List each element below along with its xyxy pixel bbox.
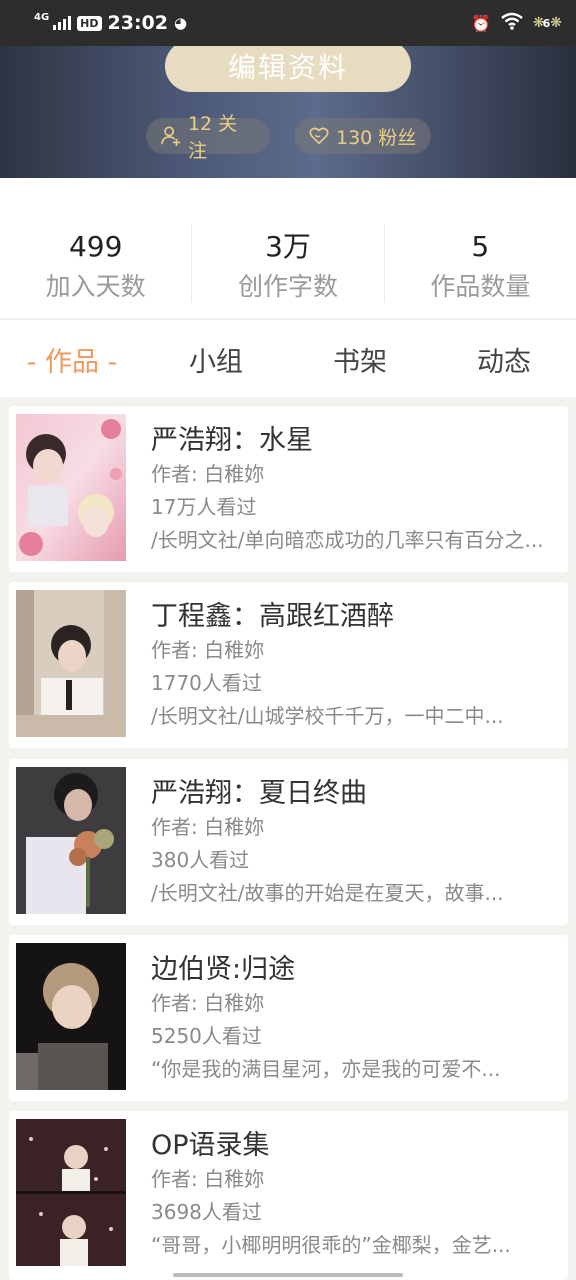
work-description: “你是我的满目星河，亦是我的可爱不...	[151, 1057, 501, 1081]
work-author: 作者: 白稚妳	[151, 815, 265, 839]
work-info: 边伯贤:归途 作者: 白稚妳 5250人看过 “你是我的满目星河，亦是我的可爱不…	[151, 953, 554, 1086]
work-title: 边伯贤:归途	[151, 954, 296, 985]
follow-count-button[interactable]: 12 关注	[146, 113, 270, 162]
work-description: “哥哥，小椰明明很乖的”金椰梨，金艺...	[151, 1233, 511, 1257]
signal-icon	[53, 16, 72, 30]
tab-works[interactable]: - 作品 -	[0, 340, 144, 379]
user-add-icon	[161, 126, 181, 147]
book-cover-image	[16, 1119, 126, 1266]
work-views: 1770人看过	[151, 671, 262, 695]
work-card[interactable]: 丁程鑫：高跟红酒醉 作者: 白稚妳 1770人看过 /长明文社/山城学校千千万，…	[9, 582, 568, 748]
stat-join-days: 499 加入天数	[0, 178, 191, 318]
work-description: /长明文社/山城学校千千万，一中二中...	[151, 704, 504, 728]
work-views: 3698人看过	[151, 1200, 262, 1224]
stat-label: 创作字数	[237, 272, 338, 301]
work-author: 作者: 白稚妳	[151, 638, 265, 662]
book-cover-image	[16, 767, 126, 914]
book-cover-image	[16, 943, 126, 1090]
home-indicator[interactable]	[173, 1273, 403, 1277]
works-list: 严浩翔：水星 作者: 白稚妳 17万人看过 /长明文社/单向暗恋成功的几率只有百…	[0, 397, 576, 1280]
work-views: 17万人看过	[151, 495, 257, 519]
stat-label: 作品数量	[430, 272, 531, 301]
stat-works-count: 5 作品数量	[385, 178, 576, 318]
alarm-icon: ⏰	[470, 13, 491, 33]
stat-value: 3万	[265, 230, 311, 263]
work-views: 380人看过	[151, 848, 250, 872]
stat-value: 499	[68, 230, 123, 263]
hd-icon: HD	[77, 15, 102, 31]
tab-bar: - 作品 - 小组 书架 动态	[0, 319, 576, 398]
work-title: 严浩翔：夏日终曲	[151, 778, 367, 809]
work-description: /长明文社/故事的开始是在夏天，故事...	[151, 881, 504, 905]
work-views: 5250人看过	[151, 1024, 262, 1048]
work-title: 严浩翔：水星	[151, 425, 313, 456]
vpn-icon: ◕	[174, 14, 188, 32]
stats-bar: 499 加入天数 3万 创作字数 5 作品数量	[0, 178, 576, 318]
work-title: 丁程鑫：高跟红酒醉	[151, 601, 394, 632]
work-author: 作者: 白稚妳	[151, 462, 265, 486]
profile-header: 编辑资料 12 关注 130 粉丝	[0, 46, 576, 178]
edit-profile-button[interactable]: 编辑资料	[165, 46, 411, 92]
stat-word-count: 3万 创作字数	[192, 178, 383, 318]
work-title: OP语录集	[151, 1130, 270, 1161]
wifi-icon	[501, 12, 523, 34]
fans-count-button[interactable]: 130 粉丝	[294, 118, 431, 154]
fans-count: 130 粉丝	[336, 126, 417, 149]
follow-count: 12 关注	[187, 113, 238, 162]
book-cover-image	[16, 590, 126, 737]
stat-value: 5	[471, 230, 490, 263]
tab-activity[interactable]: 动态	[432, 340, 576, 379]
work-card[interactable]: 严浩翔：夏日终曲 作者: 白稚妳 380人看过 /长明文社/故事的开始是在夏天，…	[9, 759, 568, 925]
work-info: 严浩翔：夏日终曲 作者: 白稚妳 380人看过 /长明文社/故事的开始是在夏天，…	[151, 777, 554, 910]
work-description: /长明文社/单向暗恋成功的几率只有百分之...	[151, 528, 544, 552]
tab-bookshelf[interactable]: 书架	[288, 340, 432, 379]
tab-groups[interactable]: 小组	[144, 340, 288, 379]
clock: 23:02	[107, 12, 168, 34]
network-type: 4G	[34, 11, 50, 23]
battery-icon: ❋6❋	[532, 15, 562, 31]
heart-icon	[309, 127, 329, 145]
status-bar: 4G HD 23:02 ◕ ⏰ ❋6❋	[0, 0, 576, 46]
work-card[interactable]: 边伯贤:归途 作者: 白稚妳 5250人看过 “你是我的满目星河，亦是我的可爱不…	[9, 935, 568, 1101]
work-info: 严浩翔：水星 作者: 白稚妳 17万人看过 /长明文社/单向暗恋成功的几率只有百…	[151, 424, 554, 557]
work-info: 丁程鑫：高跟红酒醉 作者: 白稚妳 1770人看过 /长明文社/山城学校千千万，…	[151, 600, 554, 733]
work-info: OP语录集 作者: 白稚妳 3698人看过 “哥哥，小椰明明很乖的”金椰梨，金艺…	[151, 1129, 554, 1262]
work-author: 作者: 白稚妳	[151, 991, 265, 1015]
stat-label: 加入天数	[45, 272, 146, 301]
work-author: 作者: 白稚妳	[151, 1167, 265, 1191]
book-cover-image	[16, 414, 126, 561]
work-card[interactable]: OP语录集 作者: 白稚妳 3698人看过 “哥哥，小椰明明很乖的”金椰梨，金艺…	[9, 1111, 568, 1280]
work-card[interactable]: 严浩翔：水星 作者: 白稚妳 17万人看过 /长明文社/单向暗恋成功的几率只有百…	[9, 406, 568, 572]
battery-level: 6	[542, 17, 551, 30]
